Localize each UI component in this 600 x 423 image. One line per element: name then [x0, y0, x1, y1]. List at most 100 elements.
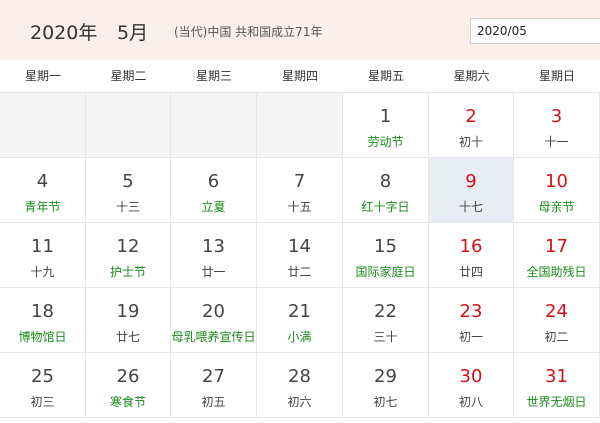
day-number: 21: [288, 301, 311, 322]
header-info: (当代)中国 共和国成立71年: [174, 25, 323, 39]
date-input[interactable]: [470, 18, 600, 44]
day-cell[interactable]: 26 寒食节: [86, 353, 171, 418]
weekday-label: 星期一: [24, 69, 61, 83]
lunar-date: 廿二: [287, 265, 312, 279]
day-cell[interactable]: 2 初十: [429, 93, 514, 158]
day-cell[interactable]: 12 护士节: [86, 223, 171, 288]
festival-label: 母乳喂养宣传日: [171, 330, 256, 344]
day-number: 27: [202, 366, 225, 387]
day-cell[interactable]: 16 廿四: [429, 223, 514, 288]
day-cell[interactable]: 29 初七: [343, 353, 429, 418]
day-cell[interactable]: 3 十一: [514, 93, 600, 158]
day-number: 30: [459, 366, 483, 387]
festival-label: 寒食节: [109, 395, 146, 409]
day-cell[interactable]: 4 青年节: [0, 158, 86, 223]
lunar-date: 初八: [458, 395, 483, 409]
day-cell[interactable]: 10 母亲节: [514, 158, 600, 223]
day-number: 1: [379, 106, 392, 127]
day-number: 15: [374, 236, 397, 257]
day-cell[interactable]: 30 初八: [429, 353, 514, 418]
day-cell[interactable]: 24 初二: [514, 288, 600, 353]
festival-label: 母亲节: [538, 200, 575, 214]
festival-label: 劳动节: [367, 135, 404, 149]
day-number: 22: [374, 301, 397, 322]
calendar-header: 2020年 5月 (当代)中国 共和国成立71年: [0, 0, 600, 60]
day-cell[interactable]: 14 廿二: [257, 223, 343, 288]
lunar-date: 初六: [287, 395, 312, 409]
day-number: 4: [36, 171, 49, 192]
weekday-header: 星期一 星期二 星期三 星期四 星期五 星期六 星期日: [0, 60, 600, 93]
lunar-date: 十九: [30, 265, 55, 279]
day-number: 6: [207, 171, 220, 192]
day-cell[interactable]: 6 立夏: [171, 158, 257, 223]
festival-label: 立夏: [201, 200, 226, 214]
lunar-date: 廿四: [458, 265, 483, 279]
weekday-label: 星期六: [453, 69, 490, 83]
header-year[interactable]: 2020年: [30, 18, 97, 45]
day-cell[interactable]: 13 廿一: [171, 223, 257, 288]
lunar-date: 廿七: [115, 330, 140, 344]
day-cell[interactable]: 5 十三: [86, 158, 171, 223]
header-month[interactable]: 5月: [117, 18, 148, 45]
empty-day-cell: [171, 93, 257, 158]
day-number: 23: [459, 301, 483, 322]
lunar-date: 初二: [544, 330, 569, 344]
day-number: 19: [116, 301, 140, 322]
lunar-date: 三十: [373, 330, 398, 344]
calendar-grid: 1 劳动节 2 初十 3 十一 4 青年节 5 十三 6 立夏 7 十五 8 红十字日 9 十七 10 母亲节 11 十九…: [0, 93, 600, 423]
day-number: 28: [288, 366, 311, 387]
day-cell[interactable]: 23 初一: [429, 288, 514, 353]
day-cell[interactable]: 1 劳动节: [343, 93, 429, 158]
day-cell[interactable]: 25 初三: [0, 353, 86, 418]
day-number: 20: [202, 301, 225, 322]
day-number: 8: [379, 171, 392, 192]
day-number: 3: [550, 106, 563, 127]
day-number: 16: [459, 236, 483, 257]
day-number: 2: [465, 106, 477, 127]
day-cell[interactable]: 21 小满: [257, 288, 343, 353]
day-number: 13: [202, 236, 225, 257]
lunar-date: 廿一: [201, 265, 226, 279]
day-number: 18: [31, 301, 54, 322]
day-number: 14: [288, 236, 311, 257]
day-cell[interactable]: 9 十七: [429, 158, 514, 223]
day-cell[interactable]: 7 十五: [257, 158, 343, 223]
lunar-date: 十七: [458, 200, 483, 214]
day-number: 7: [293, 171, 306, 192]
festival-label: 全国助残日: [526, 265, 587, 279]
day-number: 12: [116, 236, 140, 257]
day-number: 10: [545, 171, 568, 192]
day-cell[interactable]: 18 博物馆日: [0, 288, 86, 353]
day-cell[interactable]: 19 廿七: [86, 288, 171, 353]
festival-label: 国际家庭日: [355, 265, 416, 279]
lunar-date: 初三: [30, 395, 55, 409]
lunar-date: 初五: [201, 395, 226, 409]
weekday-label: 星期五: [367, 69, 404, 83]
festival-label: 小满: [287, 330, 312, 344]
lunar-date: 十三: [115, 200, 140, 214]
day-cell[interactable]: 28 初六: [257, 353, 343, 418]
day-number: 25: [31, 366, 54, 387]
weekday-label: 星期二: [110, 69, 147, 83]
festival-label: 红十字日: [361, 200, 410, 214]
day-cell[interactable]: 15 国际家庭日: [343, 223, 429, 288]
day-number: 9: [465, 171, 477, 192]
day-cell[interactable]: 31 世界无烟日: [514, 353, 600, 418]
weekday-label: 星期四: [281, 69, 318, 83]
lunar-date: 初一: [458, 330, 483, 344]
festival-label: 护士节: [109, 265, 146, 279]
day-number: 11: [31, 236, 54, 257]
lunar-date: 初七: [373, 395, 398, 409]
day-number: 17: [545, 236, 568, 257]
lunar-date: 十五: [287, 200, 312, 214]
day-cell[interactable]: 8 红十字日: [343, 158, 429, 223]
festival-label: 世界无烟日: [526, 395, 587, 409]
day-cell[interactable]: 27 初五: [171, 353, 257, 418]
day-cell[interactable]: 17 全国助残日: [514, 223, 600, 288]
festival-label: 青年节: [24, 200, 61, 214]
day-cell[interactable]: 20 母乳喂养宣传日: [171, 288, 257, 353]
weekday-label: 星期日: [538, 69, 575, 83]
day-cell[interactable]: 11 十九: [0, 223, 86, 288]
lunar-date: 初十: [458, 135, 483, 149]
day-cell[interactable]: 22 三十: [343, 288, 429, 353]
